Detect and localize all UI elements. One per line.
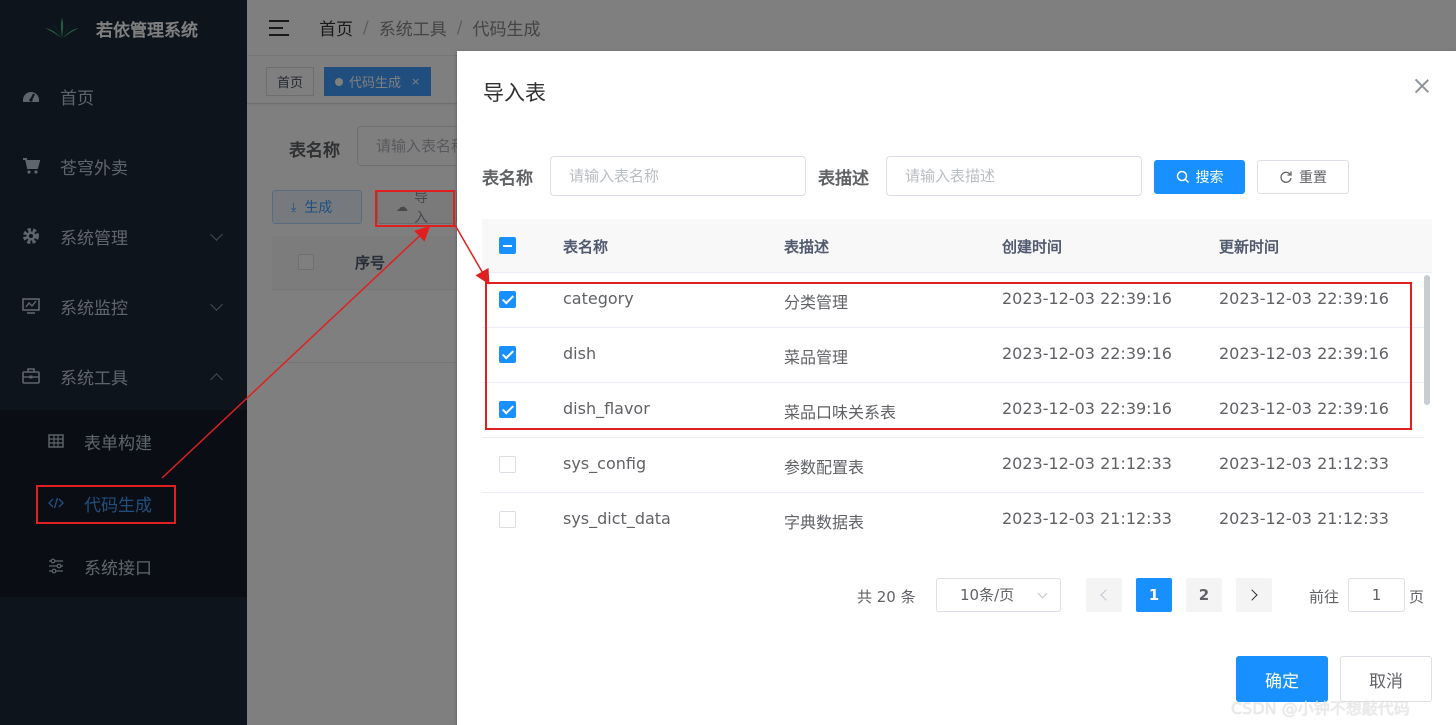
pagination: 共 20 条 10条/页 1 2 前往 1 页 xyxy=(457,578,1456,612)
select-all-checkbox[interactable] xyxy=(499,237,516,254)
table-row[interactable]: dish_flavor 菜品口味关系表 2023-12-03 22:39:16 … xyxy=(482,383,1424,438)
row-checkbox[interactable] xyxy=(499,511,516,528)
prev-page-button[interactable] xyxy=(1086,578,1122,612)
refresh-icon xyxy=(1279,170,1293,184)
page-2-button[interactable]: 2 xyxy=(1186,578,1222,612)
search-button[interactable]: 搜索 xyxy=(1154,160,1245,194)
next-page-button[interactable] xyxy=(1236,578,1272,612)
column-header-updated[interactable]: 更新时间 xyxy=(1219,236,1279,257)
goto-page-input[interactable]: 1 xyxy=(1348,578,1405,612)
page-size-select[interactable]: 10条/页 xyxy=(936,578,1061,612)
cell-table-desc: 参数配置表 xyxy=(784,458,865,477)
pagination-total: 共 20 条 xyxy=(857,588,916,606)
page-size-value: 10条/页 xyxy=(960,586,1015,604)
dialog-title: 导入表 xyxy=(483,81,546,105)
column-header-table-desc[interactable]: 表描述 xyxy=(784,236,829,257)
goto-suffix: 页 xyxy=(1409,588,1425,606)
row-checkbox[interactable] xyxy=(499,456,516,473)
import-table: 表名称 表描述 创建时间 更新时间 category 分类管理 2023-12-… xyxy=(482,219,1432,544)
table-row[interactable]: dish 菜品管理 2023-12-03 22:39:16 2023-12-03… xyxy=(482,328,1424,383)
import-table-dialog: 导入表 表名称 表描述 搜索 重置 表名称 表描述 创建时间 更新时间 cate… xyxy=(457,51,1456,725)
cell-created: 2023-12-03 22:39:16 xyxy=(1002,289,1172,308)
table-scrollbar[interactable] xyxy=(1424,275,1430,405)
cell-table-desc: 菜品管理 xyxy=(784,348,849,367)
row-checkbox[interactable] xyxy=(499,401,516,418)
row-checkbox[interactable] xyxy=(499,346,516,363)
cell-updated: 2023-12-03 21:12:33 xyxy=(1219,454,1389,473)
table-row[interactable]: sys_dict_data 字典数据表 2023-12-03 21:12:33 … xyxy=(482,493,1424,544)
table-name-input[interactable] xyxy=(550,156,806,196)
cell-created: 2023-12-03 22:39:16 xyxy=(1002,344,1172,363)
cell-table-desc: 菜品口味关系表 xyxy=(784,403,897,422)
reset-button[interactable]: 重置 xyxy=(1257,160,1349,194)
chevron-left-icon xyxy=(1100,589,1112,601)
watermark: CSDN @小钟不想敲代码 xyxy=(1231,699,1410,718)
cell-created: 2023-12-03 22:39:16 xyxy=(1002,399,1172,418)
reset-label: 重置 xyxy=(1299,170,1327,186)
cell-table-name: category xyxy=(563,289,634,308)
table-name-label: 表名称 xyxy=(482,169,533,189)
cell-table-name: dish xyxy=(563,344,597,363)
cell-created: 2023-12-03 21:12:33 xyxy=(1002,509,1172,528)
cell-updated: 2023-12-03 22:39:16 xyxy=(1219,399,1389,418)
cell-table-name: dish_flavor xyxy=(563,399,650,418)
goto-prefix: 前往 xyxy=(1309,588,1340,606)
column-header-created[interactable]: 创建时间 xyxy=(1002,236,1062,257)
cell-updated: 2023-12-03 21:12:33 xyxy=(1219,509,1389,528)
close-icon[interactable] xyxy=(1412,76,1432,96)
search-label: 搜索 xyxy=(1195,170,1224,186)
table-desc-label: 表描述 xyxy=(818,169,869,189)
table-row[interactable]: sys_config 参数配置表 2023-12-03 21:12:33 202… xyxy=(482,438,1424,493)
row-checkbox[interactable] xyxy=(499,291,516,308)
page-1-button[interactable]: 1 xyxy=(1136,578,1172,612)
chevron-down-icon xyxy=(1037,588,1048,599)
table-row[interactable]: category 分类管理 2023-12-03 22:39:16 2023-1… xyxy=(482,273,1424,328)
table-desc-input[interactable] xyxy=(886,156,1142,196)
column-header-table-name[interactable]: 表名称 xyxy=(563,236,608,257)
search-icon xyxy=(1176,170,1190,184)
cell-created: 2023-12-03 21:12:33 xyxy=(1002,454,1172,473)
cell-table-desc: 分类管理 xyxy=(784,293,849,312)
cell-table-desc: 字典数据表 xyxy=(784,513,865,532)
chevron-right-icon xyxy=(1246,589,1258,601)
cell-table-name: sys_config xyxy=(563,454,647,473)
cell-table-name: sys_dict_data xyxy=(563,509,671,528)
cell-updated: 2023-12-03 22:39:16 xyxy=(1219,344,1389,363)
cell-updated: 2023-12-03 22:39:16 xyxy=(1219,289,1389,308)
table-header: 表名称 表描述 创建时间 更新时间 xyxy=(482,219,1432,273)
